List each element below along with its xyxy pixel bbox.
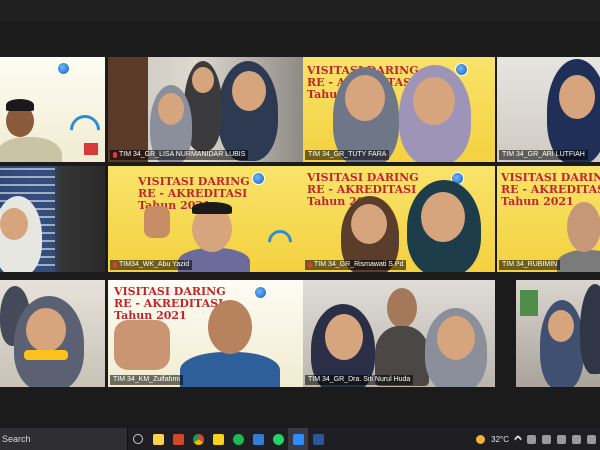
video-tile-1[interactable]: [0, 57, 105, 162]
video-tile-7[interactable]: VISITASI DARING RE - AKREDITASI Tahun 20…: [303, 166, 495, 272]
search-label: Search: [2, 434, 31, 444]
sticky-notes-icon[interactable]: [208, 428, 228, 450]
edge-icon[interactable]: [248, 428, 268, 450]
video-tile-3[interactable]: VISITASI DARING RE - AKREDITASI Tahun 20…: [303, 57, 495, 162]
participant-name: TIM 34_GR_LISA NURMANIDAR LUBIS: [119, 151, 246, 158]
meeting-top-bar: [0, 0, 600, 22]
video-tile-5[interactable]: [0, 166, 105, 272]
system-tray: 32°C: [476, 434, 600, 444]
video-tile-2[interactable]: TIM 34_GR_LISA NURMANIDAR LUBIS: [108, 57, 303, 162]
thumbs-up-hand: [144, 206, 170, 238]
video-tile-11[interactable]: TIM 34_GR_Dra. Siti Nurul Huda: [303, 280, 495, 387]
participant-name: TIM 34_GR_TUTY FARA: [308, 151, 387, 158]
institution-logo-icon: [57, 62, 70, 75]
powerpoint-icon[interactable]: [168, 428, 188, 450]
video-tile-4[interactable]: TIM 34_GR_ARI LUTFIAH: [497, 57, 600, 162]
participant-name: TIM 34_KM_Zulfahmi: [113, 376, 180, 383]
weather-temperature: 32°C: [491, 434, 509, 444]
network-icon[interactable]: [527, 434, 536, 444]
file-explorer-icon[interactable]: [148, 428, 168, 450]
video-tile-12[interactable]: [516, 280, 600, 387]
weather-icon: [476, 434, 486, 444]
task-view-icon[interactable]: [128, 428, 148, 450]
participant-name: TIM34_WK_Abu Yazid: [119, 261, 190, 268]
zoom-icon[interactable]: [288, 428, 308, 450]
institution-logo-icon: [254, 286, 267, 299]
institution-logo-icon: [252, 172, 265, 185]
whatsapp-icon[interactable]: [268, 428, 288, 450]
participant-name: TIM 34_GR_ARI LUTFIAH: [502, 151, 585, 158]
participant-name: TIM 34_GR_Rismawati S.Pd: [314, 261, 404, 268]
thumbs-up-hand: [114, 320, 170, 370]
word-icon[interactable]: [308, 428, 328, 450]
chevron-up-icon[interactable]: [513, 434, 523, 444]
battery-icon[interactable]: [542, 434, 551, 444]
microphone-icon[interactable]: [557, 434, 566, 444]
mic-muted-icon: [308, 262, 312, 268]
participant-name: TIM 34_RUBIMIN: [502, 261, 558, 268]
mic-muted-icon: [113, 152, 117, 158]
institution-logo-icon: [455, 63, 468, 76]
video-tile-8[interactable]: VISITASI DARING RE - AKREDITASI Tahun 20…: [497, 166, 600, 272]
video-tile-6-active-speaker[interactable]: VISITASI DARING RE - AKREDITASI Tahun 20…: [108, 166, 303, 272]
mic-muted-icon: [113, 262, 117, 268]
spotify-icon[interactable]: [228, 428, 248, 450]
windows-taskbar: Search 32°C: [0, 428, 600, 450]
taskbar-search-box[interactable]: Search: [0, 428, 128, 450]
video-tile-10[interactable]: VISITASI DARING RE - AKREDITASI Tahun 20…: [108, 280, 303, 387]
video-tile-9[interactable]: [0, 280, 105, 387]
volume-icon[interactable]: [572, 434, 581, 444]
participant-name: TIM 34_GR_Dra. Siti Nurul Huda: [308, 376, 411, 383]
notifications-icon[interactable]: [587, 434, 596, 444]
chrome-icon[interactable]: [188, 428, 208, 450]
